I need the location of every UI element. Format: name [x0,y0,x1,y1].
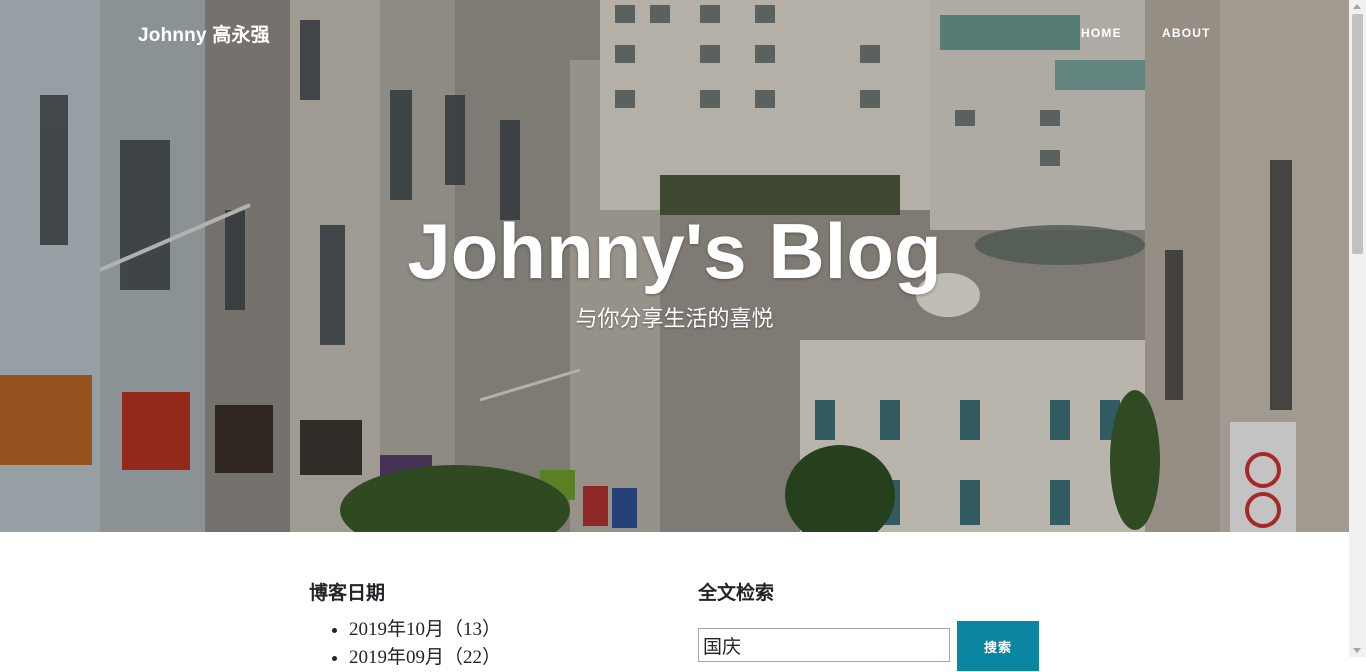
site-subtitle: 与你分享生活的喜悦 [575,306,774,331]
scroll-up-icon[interactable] [1353,4,1361,9]
archive-heading: 博客日期 [309,583,386,604]
archive-item[interactable]: 2019年09月（22） [349,644,639,672]
site-title: Johnny's Blog [407,207,942,295]
search-button[interactable]: 搜索 [957,621,1039,671]
nav-home-link[interactable]: HOME [1081,26,1122,40]
top-nav: HOME ABOUT [0,26,1349,46]
archive-item-link[interactable]: 2019年10月（13） [349,619,501,640]
scrollbar-thumb[interactable] [1352,14,1363,254]
hero-header: Johnny 高永强 HOME ABOUT Johnny's Blog 与你分享… [0,0,1349,532]
scroll-down-icon[interactable] [1353,648,1361,653]
search-heading: 全文检索 [698,583,775,604]
archive-list: 2019年10月（13） 2019年09月（22） [309,616,639,672]
main-content: 博客日期 2019年10月（13） 2019年09月（22） 全文检索 搜索 [0,532,1349,671]
page-scrollbar[interactable] [1349,0,1366,657]
search-widget: 全文检索 搜索 [698,582,1058,671]
nav-about-link[interactable]: ABOUT [1162,26,1211,40]
archive-item[interactable]: 2019年10月（13） [349,616,639,644]
archive-widget: 博客日期 2019年10月（13） 2019年09月（22） [309,582,639,672]
search-form: 搜索 [698,621,1058,671]
archive-item-link[interactable]: 2019年09月（22） [349,647,501,668]
